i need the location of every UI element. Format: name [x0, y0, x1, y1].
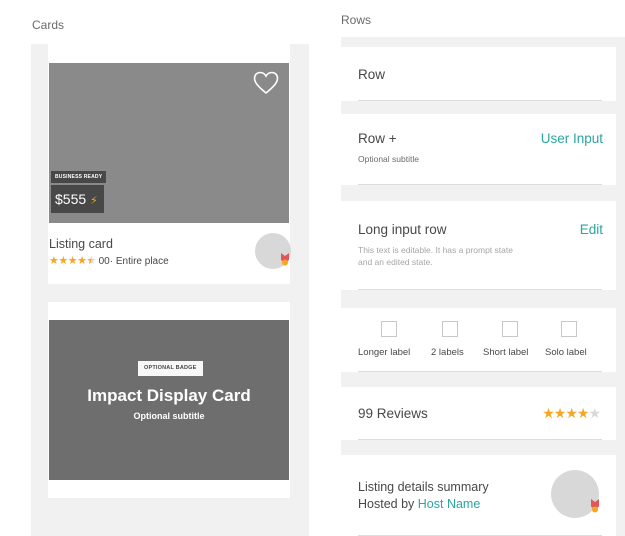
review-count: 00 [98, 256, 110, 267]
checkbox-solo-label[interactable] [561, 321, 577, 337]
checkbox-row: Longer label 2 labels Short label Solo l… [341, 308, 616, 372]
edit-link[interactable]: Edit [580, 222, 603, 237]
host-name-link[interactable]: Host Name [418, 497, 481, 511]
row-divider [358, 100, 602, 101]
long-input-row[interactable]: Long input row This text is editable. It… [341, 201, 616, 290]
price-tag: $555 ⚡︎ [51, 185, 104, 213]
price-value: $555 [55, 191, 87, 207]
optional-badge: OPTIONAL BADGE [138, 361, 203, 376]
checkbox-short-label[interactable] [502, 321, 518, 337]
superhost-badge-icon [591, 499, 599, 513]
checkbox-label: 2 labels [431, 347, 464, 358]
row-divider [358, 289, 602, 290]
row-divider [358, 371, 602, 372]
rows-section-title: Rows [341, 13, 372, 27]
heart-outline-icon[interactable] [253, 71, 279, 95]
row-divider [358, 439, 602, 440]
listing-summary-row[interactable]: Listing details summary Hosted by Host N… [341, 455, 616, 536]
checkbox-label: Short label [483, 347, 529, 358]
hosted-by-line: Hosted by Host Name [358, 497, 480, 511]
impact-display-card[interactable]: OPTIONAL BADGE Impact Display Card Optio… [48, 302, 290, 498]
reviews-row[interactable]: 99 Reviews ★★★★★ [341, 387, 616, 440]
row-plus[interactable]: Row + Optional subtitle User Input [341, 114, 616, 185]
separator-dot: · [109, 256, 114, 267]
listing-card[interactable]: BUSINESS READY $555 ⚡︎ Listing card ★★★★… [48, 44, 291, 284]
star-rating-icon: ★★★★★★ [49, 255, 96, 267]
lightning-bolt-icon: ⚡︎ [90, 195, 98, 207]
long-input-text[interactable]: This text is editable. It has a prompt s… [358, 244, 528, 268]
checkbox-label: Solo label [545, 347, 587, 358]
row-title: Row [358, 67, 386, 82]
impact-subtitle: Optional subtitle [133, 411, 205, 421]
impact-photo[interactable]: OPTIONAL BADGE Impact Display Card Optio… [49, 320, 289, 480]
cards-section-title: Cards [32, 18, 65, 32]
hosted-by-text: Hosted by [358, 497, 415, 511]
listing-summary-title: Listing details summary [358, 480, 489, 494]
listing-title[interactable]: Listing card [49, 237, 113, 251]
reviews-title: 99 Reviews [358, 406, 428, 421]
row-plus-subtitle: Optional subtitle [358, 154, 419, 164]
checkbox-2-labels[interactable] [442, 321, 458, 337]
listing-photo[interactable]: BUSINESS READY $555 ⚡︎ [49, 63, 289, 223]
row-plus-title: Row + [358, 131, 397, 146]
business-ready-badge: BUSINESS READY [51, 171, 107, 183]
star-rating-icon: ★★★★★ [542, 405, 601, 421]
user-input-link[interactable]: User Input [541, 131, 603, 146]
room-type: Entire place [115, 256, 169, 267]
basic-row[interactable]: Row [341, 47, 616, 101]
checkbox-longer-label[interactable] [381, 321, 397, 337]
row-divider [358, 184, 602, 185]
long-input-title: Long input row [358, 222, 447, 237]
rating-line: ★★★★★★ 00· Entire place [49, 254, 169, 267]
superhost-badge-icon [281, 253, 289, 266]
checkbox-label: Longer label [358, 347, 411, 358]
impact-title: Impact Display Card [87, 386, 251, 405]
